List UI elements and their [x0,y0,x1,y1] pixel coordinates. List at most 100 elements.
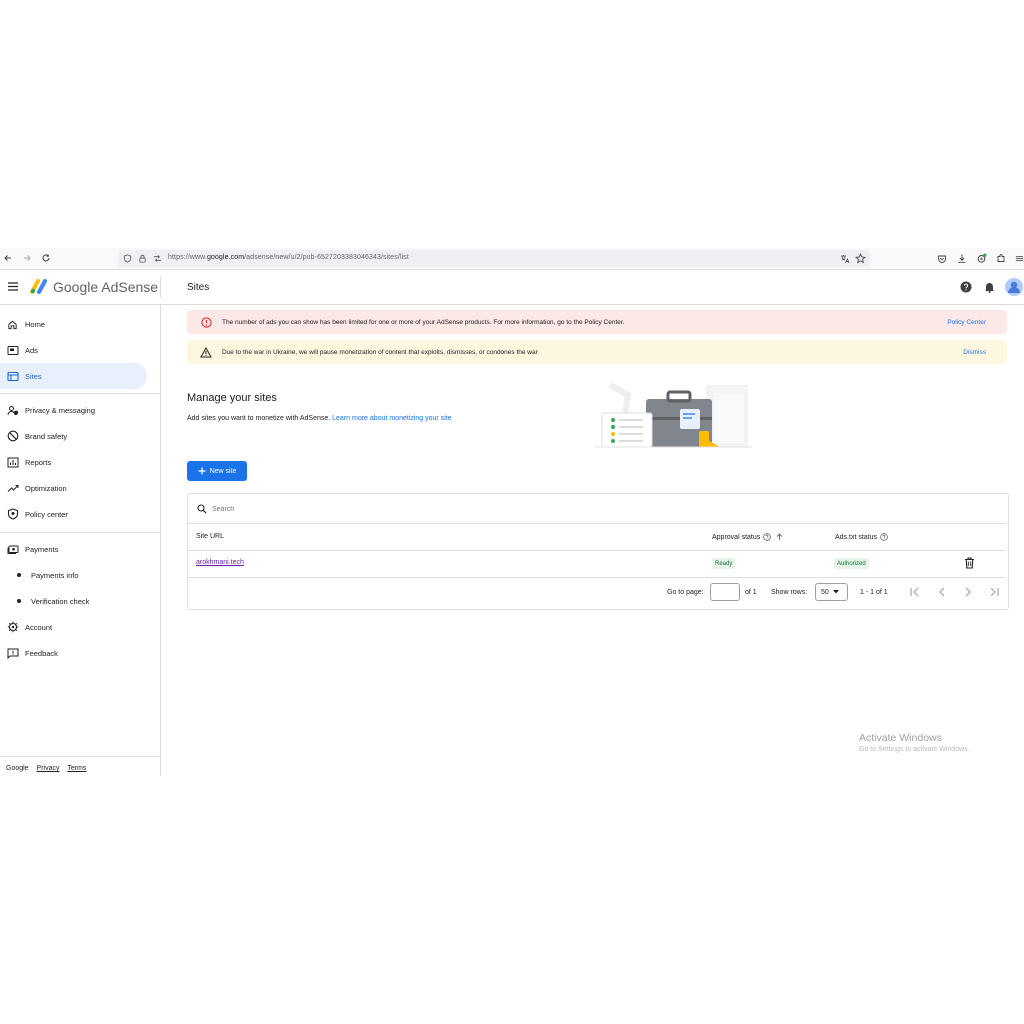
go-to-page-input[interactable] [710,583,740,601]
extension-gear-icon[interactable] [976,253,987,264]
manage-sites-description: Add sites you want to monetize with AdSe… [187,415,452,422]
notifications-bell-icon[interactable] [984,281,995,293]
privacy-link[interactable]: Privacy [37,765,60,772]
sidebar-item-payments-info[interactable]: Payments info [0,562,150,588]
url-text: https://www.google.com/adsense/new/u/2/p… [168,254,409,261]
page-range-label: 1 - 1 of 1 [860,589,888,596]
policy-center-link[interactable]: Policy Center [947,319,986,326]
ukraine-notice-banner: Due to the war in Ukraine, we will pause… [187,340,1007,364]
account-gear-icon [6,621,19,634]
table-row [188,551,1006,578]
sidebar-item-brand-safety[interactable]: Brand safety [0,423,150,449]
previous-page-icon[interactable] [936,586,948,598]
help-outline-icon[interactable] [763,533,772,541]
last-page-icon[interactable] [988,586,1000,598]
sidebar-item-privacy-messaging[interactable]: Privacy & messaging [0,397,150,423]
reload-icon[interactable] [41,253,51,263]
privacy-icon [6,404,19,417]
ads-icon [6,344,19,357]
pocket-icon[interactable] [937,254,947,264]
feedback-icon [6,647,19,660]
policy-limit-banner: The number of ads you can show has been … [187,310,1007,334]
header-divider [160,276,161,298]
translate-icon[interactable] [840,254,850,264]
first-page-icon[interactable] [909,586,921,598]
dismiss-button[interactable]: Dismiss [963,349,986,356]
rows-per-page-select[interactable]: 50 [815,583,848,601]
next-page-icon[interactable] [962,586,974,598]
sidebar-item-payments[interactable]: Payments [0,536,150,562]
manage-sites-title: Manage your sites [187,392,277,404]
sidebar-item-verification-check[interactable]: Verification check [0,588,150,614]
banner-message: Due to the war in Ukraine, we will pause… [222,348,538,356]
overflow-menu-icon[interactable] [1015,253,1024,264]
footer-brand: Google [6,765,29,772]
lock-icon[interactable] [138,254,147,263]
shield-icon[interactable] [123,254,132,263]
extensions-puzzle-icon[interactable] [996,253,1006,264]
new-site-label: New site [209,467,237,475]
site-url-link[interactable]: arokhmani.tech [196,559,244,566]
sidebar-item-reports[interactable]: Reports [0,449,150,475]
search-input[interactable] [212,503,512,515]
ads-txt-status-badge: Authorized [834,558,869,569]
learn-more-link[interactable]: Learn more about monetizing your site [332,415,451,422]
search-icon [197,504,207,514]
sidebar-item-feedback[interactable]: Feedback [0,640,150,666]
sidebar-item-home[interactable]: Home [0,311,150,337]
new-site-button[interactable]: New site [187,461,247,481]
sites-illustration [594,383,752,451]
sidebar-item-label: Payments [25,544,59,554]
sidebar-item-label: Brand safety [25,431,68,441]
plus-icon [198,467,206,475]
column-header-site-url[interactable]: Site URL [196,533,224,540]
page-count-label: of 1 [745,589,757,596]
bookmark-star-icon[interactable] [855,253,866,264]
error-circle-icon [200,316,212,328]
account-avatar-icon[interactable] [1005,278,1023,296]
banner-message: The number of ads you can show has been … [222,318,625,326]
sidebar-item-label: Privacy & messaging [25,405,96,415]
delete-trash-icon[interactable] [964,557,975,569]
sidebar-item-account[interactable]: Account [0,614,150,640]
column-header-approval-status[interactable]: Approval status [712,533,783,541]
column-header-ads-txt-status[interactable]: Ads.txt status [835,533,888,541]
sidebar-item-label: Payments info [31,570,79,580]
sidebar-item-label: Home [25,319,46,329]
sidebar-item-label: Ads [25,345,38,355]
warning-triangle-icon [200,346,212,358]
optimization-icon [6,482,19,495]
page-title: Sites [187,282,210,293]
sidebar-item-label: Account [25,622,53,632]
activate-windows-title: Activate Windows [859,732,942,744]
sidebar-divider [0,532,160,533]
sort-ascending-arrow-icon[interactable] [776,533,783,541]
activate-windows-subtitle: Go to Settings to activate Windows. [859,746,970,753]
approval-status-badge: Ready [712,558,736,569]
forward-arrow-icon[interactable] [22,253,32,263]
sidebar-item-policy-center[interactable]: Policy center [0,501,150,527]
help-icon[interactable] [960,281,972,293]
brand-safety-icon [6,430,19,443]
dropdown-arrow-icon [832,590,839,594]
sidebar-divider [0,756,160,757]
sidebar-item-ads[interactable]: Ads [0,337,150,363]
permissions-icon[interactable] [153,254,162,263]
go-to-page-label: Go to page: [667,589,704,596]
sidebar-item-label: Reports [25,457,52,467]
sidebar-item-optimization[interactable]: Optimization [0,475,150,501]
adsense-logo-icon [29,278,49,294]
sidebar-item-sites[interactable]: Sites [0,363,147,389]
help-outline-icon[interactable] [880,533,888,541]
payments-icon [6,543,19,556]
back-arrow-icon[interactable] [3,253,13,263]
home-icon [6,318,19,331]
download-icon[interactable] [957,253,967,264]
sidebar-item-label: Optimization [25,483,67,493]
reports-icon [6,456,19,469]
show-rows-label: Show rows: [771,589,808,596]
terms-link[interactable]: Terms [67,765,86,772]
hamburger-menu-icon[interactable] [7,281,19,292]
brand-name: Google AdSense [53,279,159,295]
sidebar-divider [0,393,160,394]
